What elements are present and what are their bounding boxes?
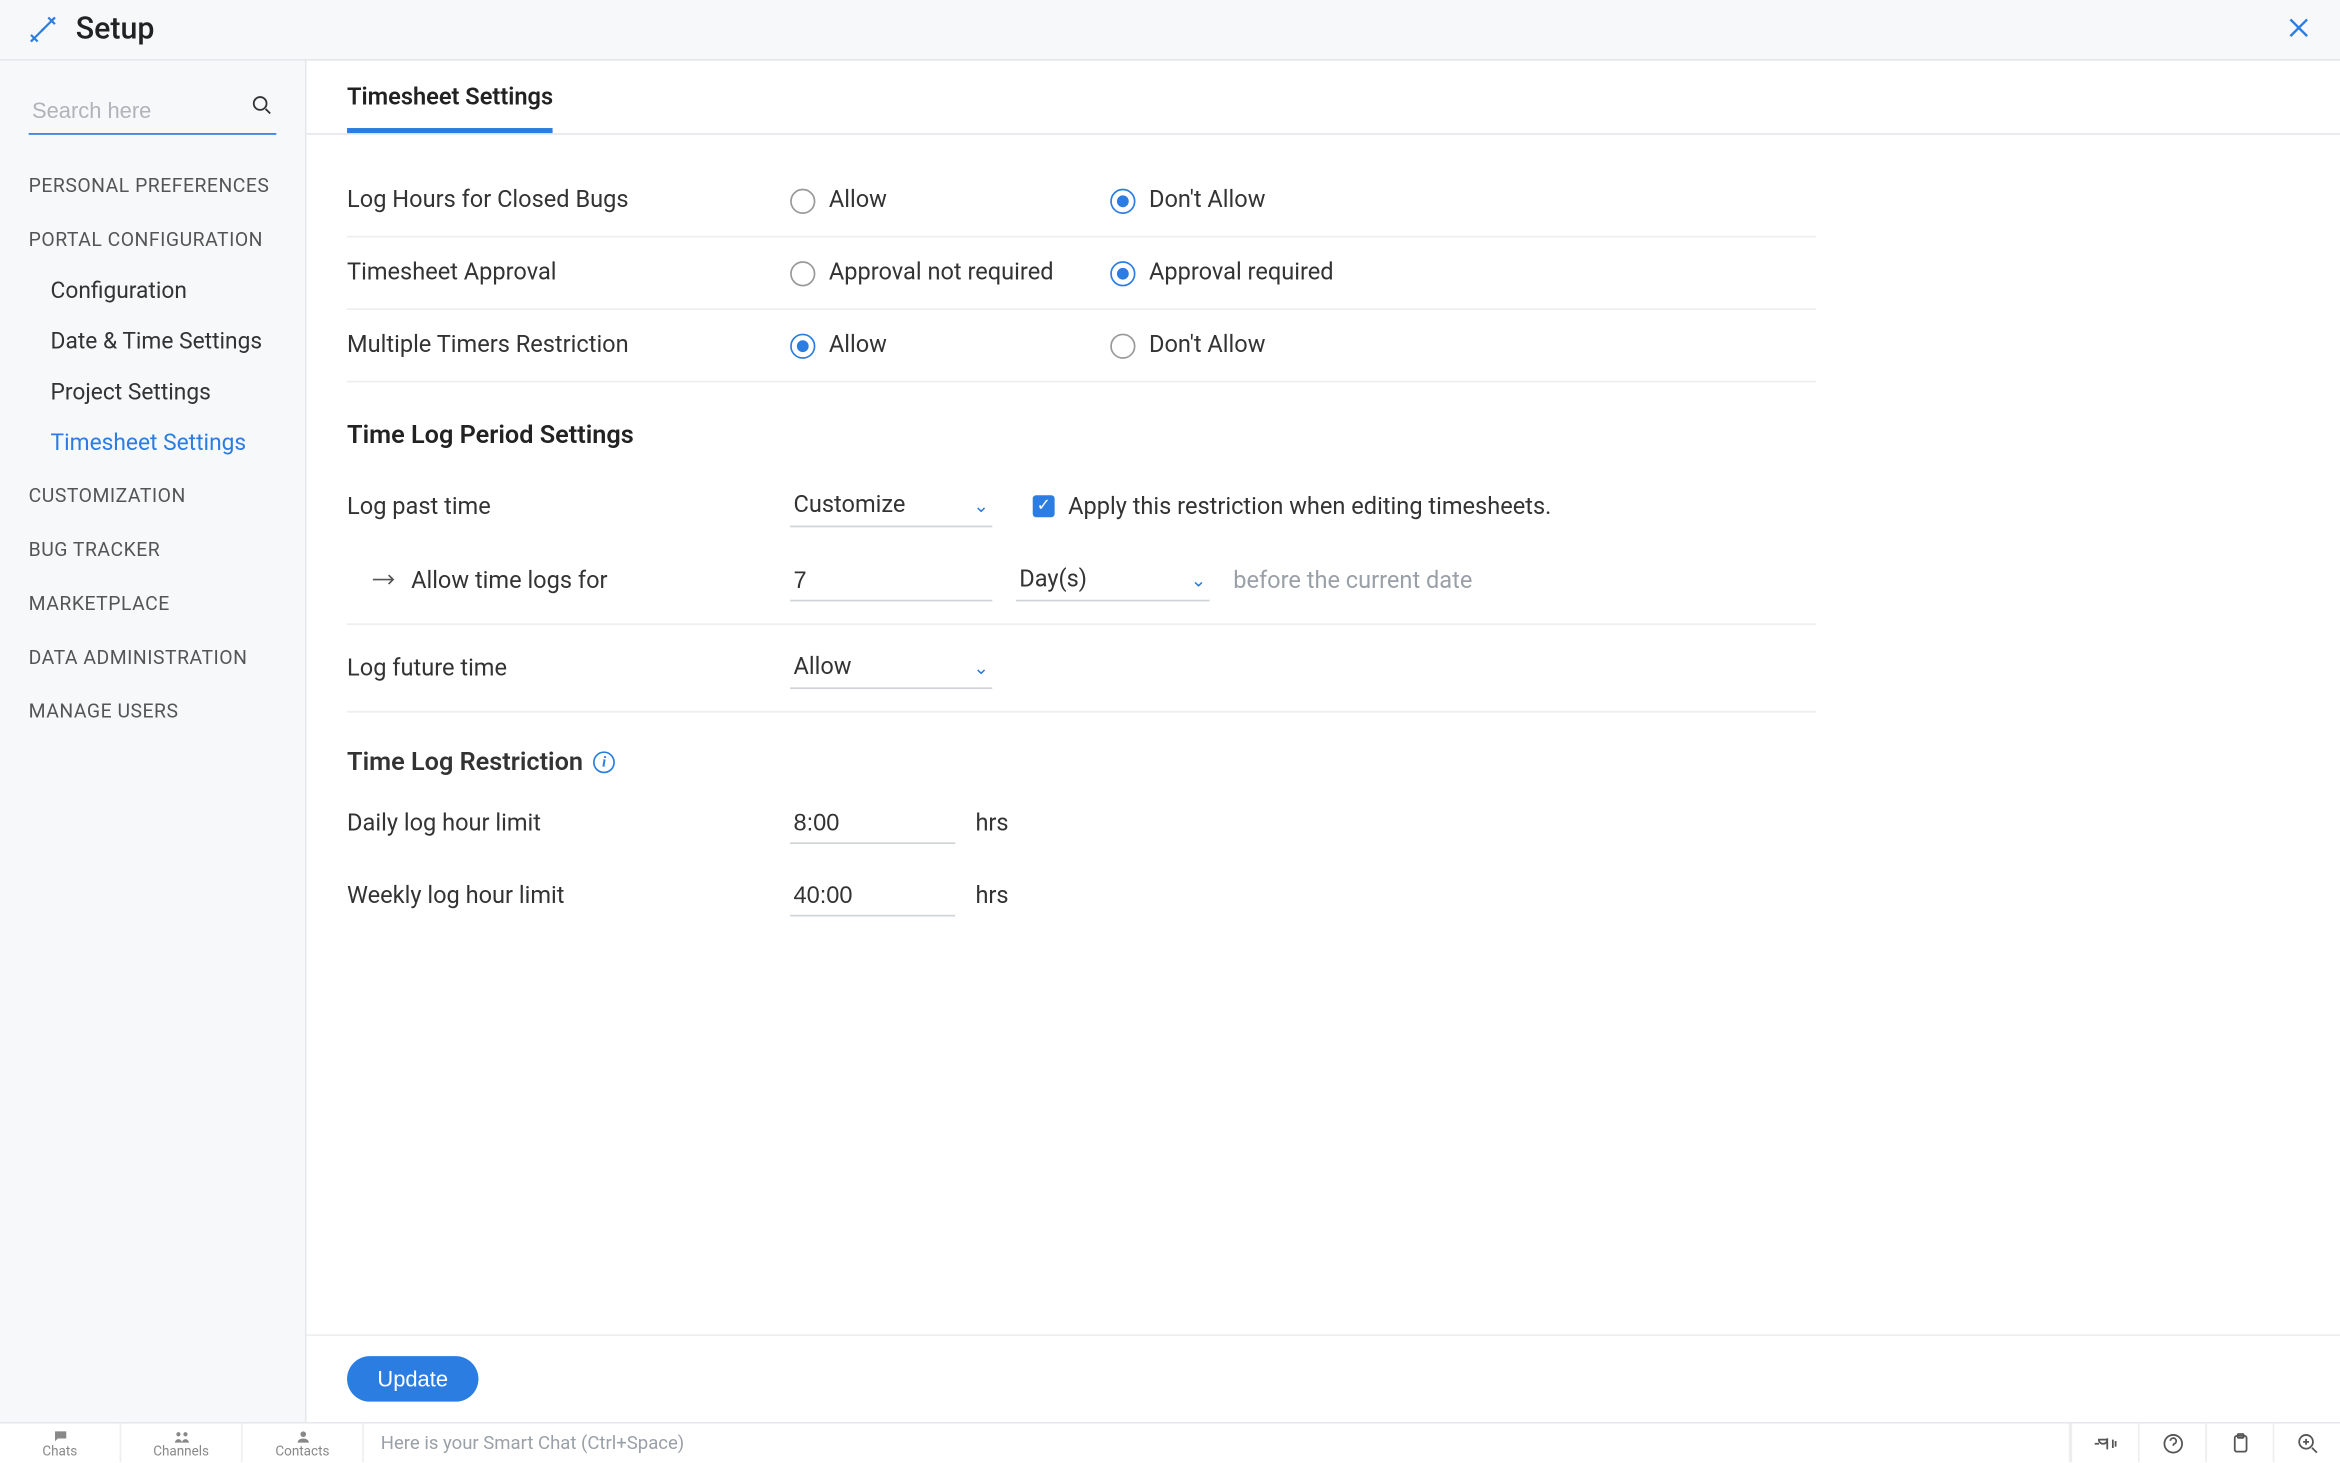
sidebar-item-timesheet[interactable]: Timesheet Settings	[0, 418, 305, 469]
radio-approval-notrequired[interactable]	[790, 260, 815, 285]
search-icon[interactable]	[251, 94, 273, 123]
label-weekly-limit: Weekly log hour limit	[347, 882, 790, 909]
row-daily-limit: Daily log hour limit hrs	[347, 787, 1816, 859]
dd-log-future[interactable]: Allow ⌄	[790, 647, 992, 689]
opt-label: Allow	[829, 332, 887, 359]
dd-value: Day(s)	[1019, 566, 1087, 593]
bottom-tab-label: Chats	[42, 1445, 77, 1458]
sidebar-item-date-time[interactable]: Date & Time Settings	[0, 317, 305, 368]
arrow-right-icon	[371, 567, 401, 594]
row-restriction-heading: Time Log Restriction i	[347, 713, 1816, 787]
label-approval: Timesheet Approval	[347, 259, 790, 286]
label-log-past: Log past time	[347, 493, 790, 520]
bottom-tab-label: Contacts	[275, 1445, 329, 1458]
label-timers: Multiple Timers Restriction	[347, 332, 790, 359]
sidebar-heading-marketplace[interactable]: MARKETPLACE	[0, 576, 305, 630]
bottom-tab-channels[interactable]: Channels	[121, 1424, 242, 1463]
unit-hrs: hrs	[975, 882, 1008, 909]
sidebar-heading-bugtracker[interactable]: BUG TRACKER	[0, 522, 305, 576]
opt-label: Don't Allow	[1149, 332, 1265, 359]
row-allow-timelogs: Allow time logs for Day(s) ⌄ before the …	[347, 537, 1816, 625]
dd-value: Allow	[793, 654, 851, 681]
label-daily-limit: Daily log hour limit	[347, 809, 790, 836]
update-button[interactable]: Update	[347, 1356, 478, 1401]
sidebar-heading-portal[interactable]: PORTAL CONFIGURATION	[0, 212, 305, 266]
update-bar: Update	[307, 1334, 2340, 1422]
radio-timers-allow[interactable]	[790, 333, 815, 358]
help-icon[interactable]	[2138, 1424, 2205, 1463]
tab-timesheet-settings[interactable]: Timesheet Settings	[347, 84, 553, 133]
sidebar-item-project[interactable]: Project Settings	[0, 367, 305, 418]
label-allow-timelogs: Allow time logs for	[411, 567, 607, 594]
radio-timers-dontallow[interactable]	[1110, 333, 1135, 358]
radio-closed-bugs-dontallow[interactable]	[1110, 188, 1135, 213]
dd-log-past[interactable]: Customize ⌄	[790, 485, 992, 527]
heading-time-log-period: Time Log Period Settings	[347, 382, 1816, 463]
checkbox-apply-restriction[interactable]: ✓	[1033, 495, 1055, 517]
row-closed-bugs: Log Hours for Closed Bugs Allow Don't Al…	[347, 165, 1816, 237]
dd-days-unit[interactable]: Day(s) ⌄	[1016, 559, 1210, 601]
header-bar: Setup	[0, 0, 2340, 61]
row-log-future: Log future time Allow ⌄	[347, 625, 1816, 713]
opt-label: Don't Allow	[1149, 187, 1265, 214]
label-log-future: Log future time	[347, 655, 790, 682]
hint-before-date: before the current date	[1233, 567, 1472, 594]
info-icon[interactable]: i	[593, 751, 615, 773]
chevron-down-icon: ⌄	[973, 656, 989, 678]
row-approval: Timesheet Approval Approval not required…	[347, 238, 1816, 310]
input-daily-limit[interactable]	[790, 802, 955, 844]
sidebar-heading-personal[interactable]: PERSONAL PREFERENCES	[0, 158, 305, 212]
sidebar: PERSONAL PREFERENCES PORTAL CONFIGURATIO…	[0, 61, 307, 1422]
checkbox-label: Apply this restriction when editing time…	[1068, 493, 1551, 520]
opt-label: Approval not required	[829, 259, 1054, 286]
radio-approval-required[interactable]	[1110, 260, 1135, 285]
smart-chat-placeholder: Here is your Smart Chat (Ctrl+Space)	[381, 1432, 685, 1454]
bottom-tab-label: Channels	[153, 1445, 209, 1458]
search-input[interactable]	[29, 88, 277, 135]
smart-chat-input[interactable]: Here is your Smart Chat (Ctrl+Space)	[364, 1424, 2071, 1463]
label-closed-bugs: Log Hours for Closed Bugs	[347, 187, 790, 214]
close-icon[interactable]	[2284, 13, 2313, 48]
unit-hrs: hrs	[975, 809, 1008, 836]
input-days-count[interactable]	[790, 559, 992, 601]
radio-closed-bugs-allow[interactable]	[790, 188, 815, 213]
opt-label: Allow	[829, 187, 887, 214]
sidebar-item-configuration[interactable]: Configuration	[0, 266, 305, 317]
bottom-tab-chats[interactable]: Chats	[0, 1424, 121, 1463]
row-timers: Multiple Timers Restriction Allow Don't …	[347, 310, 1816, 382]
plug-icon[interactable]	[2070, 1424, 2137, 1463]
input-weekly-limit[interactable]	[790, 874, 955, 916]
row-weekly-limit: Weekly log hour limit hrs	[347, 859, 1816, 931]
chevron-down-icon: ⌄	[973, 494, 989, 516]
bottom-tab-contacts[interactable]: Contacts	[243, 1424, 364, 1463]
opt-label: Approval required	[1149, 259, 1334, 286]
setup-icon	[27, 13, 59, 45]
page-title: Setup	[76, 12, 155, 47]
clipboard-icon[interactable]	[2205, 1424, 2272, 1463]
sidebar-heading-dataadmin[interactable]: DATA ADMINISTRATION	[0, 630, 305, 684]
row-log-past: Log past time Customize ⌄ ✓ Apply this r…	[347, 463, 1816, 537]
bottom-bar: Chats Channels Contacts Here is your Sma…	[0, 1422, 2340, 1462]
zoom-icon[interactable]	[2273, 1424, 2340, 1463]
sidebar-heading-manageusers[interactable]: MANAGE USERS	[0, 684, 305, 738]
content-area: Timesheet Settings Log Hours for Closed …	[307, 61, 2340, 1422]
dd-value: Customize	[793, 492, 905, 519]
heading-time-log-restriction: Time Log Restriction	[347, 746, 583, 776]
chevron-down-icon: ⌄	[1191, 569, 1207, 591]
sidebar-heading-customization[interactable]: CUSTOMIZATION	[0, 468, 305, 522]
